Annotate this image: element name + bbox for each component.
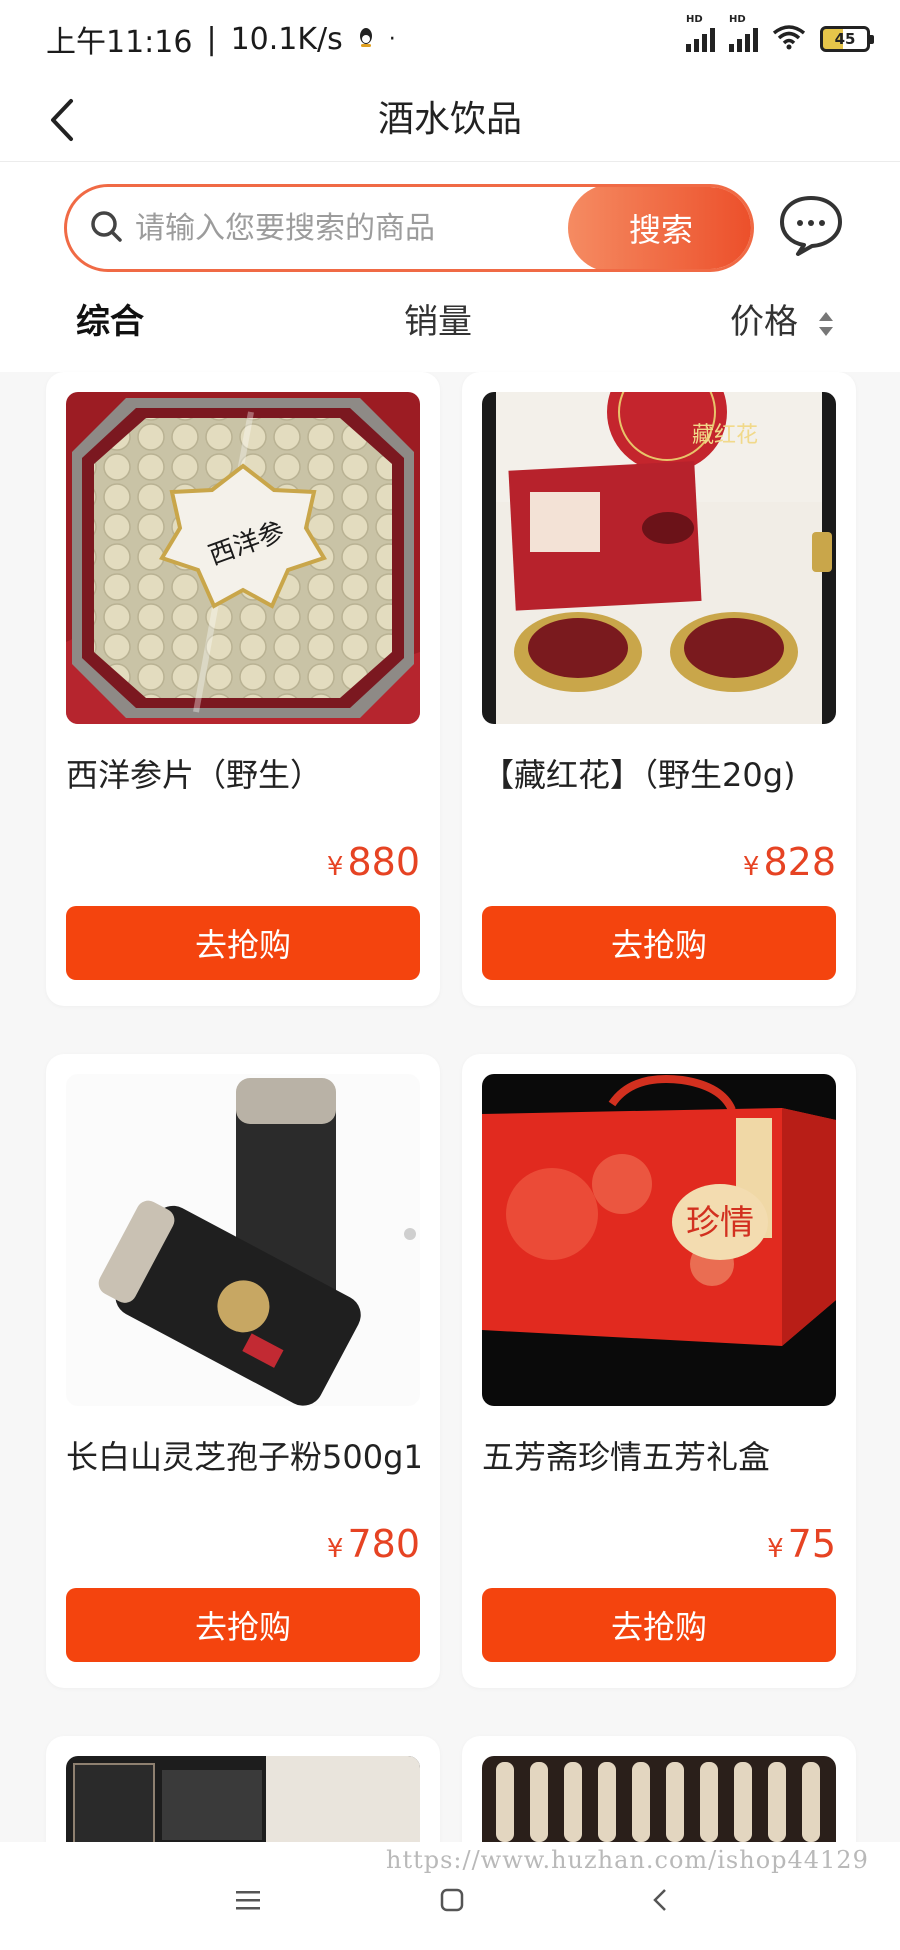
wifi-icon (772, 24, 806, 54)
signal-icon-2: HD (729, 14, 758, 52)
buy-now-button[interactable]: 去抢购 (482, 906, 836, 980)
status-divider: | (206, 21, 217, 57)
product-name: 【藏红花】（野生20g) (482, 756, 796, 794)
price-value: 880 (347, 840, 420, 884)
tab-sales[interactable]: 销量 (404, 292, 472, 352)
network-speed: 10.1K/s (230, 21, 343, 57)
product-name: 西洋参片（野生） (66, 756, 323, 794)
product-image: 珍情 (482, 1074, 836, 1406)
status-time: 上午11:16 (46, 25, 193, 60)
product-card[interactable]: 西洋参 西洋参片（野生） ¥880 去抢购 (46, 372, 440, 1006)
buy-now-button[interactable]: 去抢购 (66, 1588, 420, 1662)
home-square-icon (440, 1888, 464, 1912)
product-card[interactable]: 藏红花 【藏红花】（野生20g) ¥828 去抢购 (462, 372, 856, 1006)
product-price: ¥780 (327, 1522, 420, 1566)
search-box: 搜索 (64, 184, 754, 272)
currency-symbol: ¥ (326, 852, 344, 882)
chat-bubble-icon (780, 196, 842, 256)
currency-symbol: ¥ (326, 1534, 344, 1564)
tab-price[interactable]: 价格 (730, 292, 835, 352)
buy-now-button[interactable]: 去抢购 (482, 1588, 836, 1662)
product-image (66, 1074, 420, 1406)
zongzi-box-text: 珍情 (686, 1203, 754, 1243)
qq-icon (357, 22, 375, 57)
home-button[interactable] (432, 1880, 472, 1920)
currency-symbol: ¥ (742, 852, 760, 882)
search-button[interactable]: 搜索 (568, 187, 751, 269)
watermark: https://www.huzhan.com/ishop44129 (386, 1846, 869, 1874)
status-bar: 上午11:16 | 10.1K/s · HD HD 45 (0, 0, 900, 78)
status-left: 上午11:16 | 10.1K/s · (46, 17, 396, 61)
chevron-left-icon (51, 99, 73, 141)
product-name: 长白山灵芝孢子粉500g1 (66, 1438, 420, 1476)
search-icon (91, 211, 122, 242)
status-right: HD HD 45 (686, 14, 874, 54)
price-value: 75 (787, 1522, 836, 1566)
search-input[interactable] (135, 187, 605, 269)
product-price: ¥880 (327, 840, 420, 884)
back-button[interactable] (34, 92, 90, 148)
menu-icon (236, 1891, 260, 1910)
signal-icon: HD (686, 14, 715, 52)
buy-now-button[interactable]: 去抢购 (66, 906, 420, 980)
product-card[interactable]: 长白山灵芝孢子粉500g1 ¥780 去抢购 (46, 1054, 440, 1688)
tab-price-label: 价格 (730, 302, 798, 342)
product-name: 五芳斋珍情五芳礼盒 (482, 1438, 771, 1476)
nav-bar: 酒水饮品 (0, 78, 900, 162)
system-back-button[interactable] (640, 1880, 680, 1920)
page-title: 酒水饮品 (377, 99, 522, 140)
currency-symbol: ¥ (767, 1534, 784, 1564)
product-price: ¥828 (743, 840, 836, 884)
search-row: 搜索 (0, 162, 900, 292)
battery-icon: 45 (820, 26, 874, 52)
price-value: 828 (763, 840, 836, 884)
product-price: ¥75 (767, 1522, 836, 1566)
menu-button[interactable] (228, 1880, 268, 1920)
back-chevron-icon (653, 1889, 666, 1911)
product-image: 藏红花 (482, 392, 836, 724)
product-card[interactable]: 珍情 五芳斋珍情五芳礼盒 ¥75 去抢购 (462, 1054, 856, 1688)
sort-arrows-icon (818, 311, 833, 336)
product-image: 西洋参 (66, 392, 420, 724)
sort-tabs: 综合 销量 价格 (0, 292, 900, 372)
tab-comprehensive[interactable]: 综合 (76, 292, 144, 352)
price-value: 780 (347, 1522, 420, 1566)
saffron-lid-text: 藏红花 (692, 423, 758, 448)
message-button[interactable] (776, 190, 846, 260)
status-dot: · (388, 26, 396, 52)
